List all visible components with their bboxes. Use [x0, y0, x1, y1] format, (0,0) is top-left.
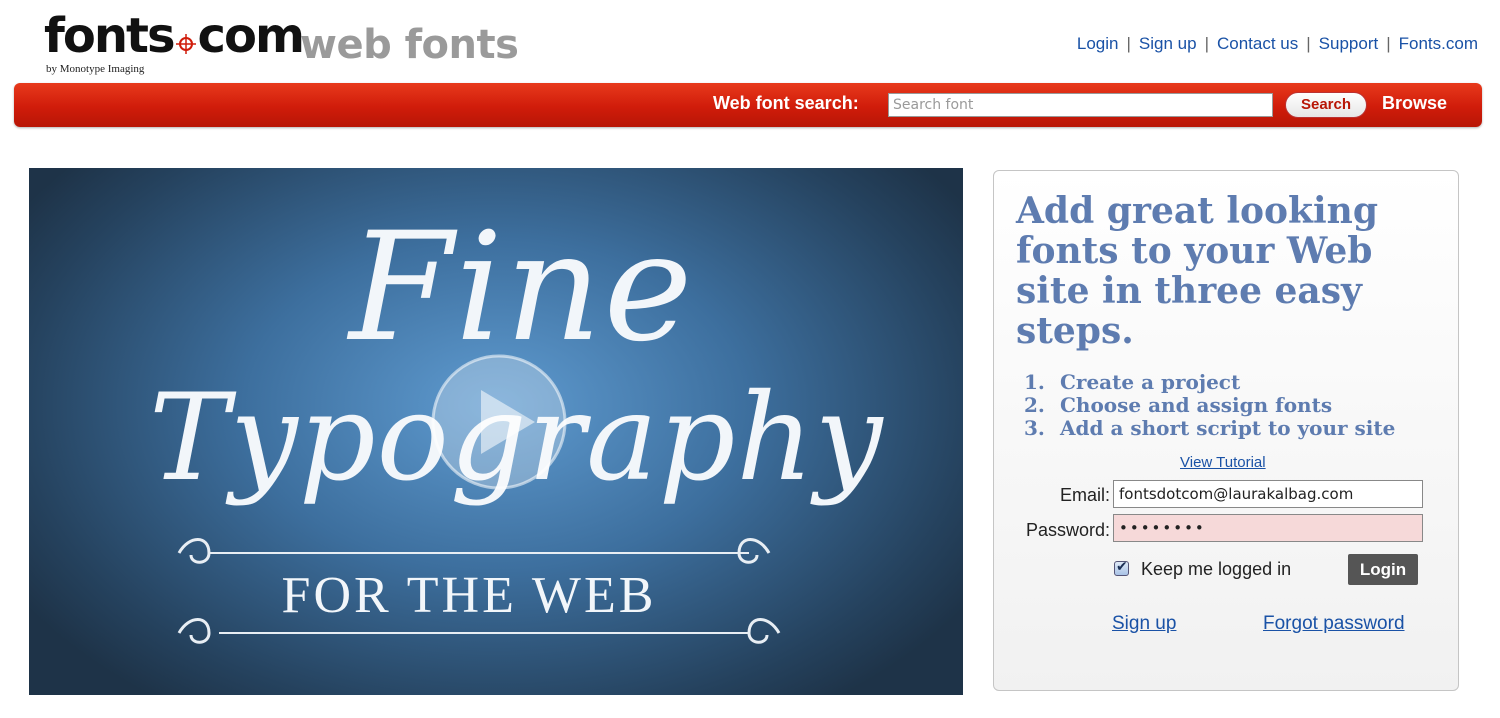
email-label: Email:: [1059, 485, 1110, 505]
nav-separator: |: [1126, 34, 1131, 53]
top-nav: Login | Sign up | Contact us | Support | Fonts.c…: [1077, 34, 1478, 54]
nav-separator: |: [1204, 34, 1209, 53]
intro-video[interactable]: Fine Typography FOR THE WEB: [29, 168, 963, 695]
promo-headline: Add great looking fonts to your Web site…: [1016, 190, 1379, 352]
login-button[interactable]: Login: [1348, 554, 1418, 585]
nav-contact-link[interactable]: Contact us: [1217, 34, 1298, 53]
nav-signup-link[interactable]: Sign up: [1139, 34, 1197, 53]
steps-list: 1. Create a project 2. Choose and assign f…: [1024, 371, 1395, 440]
logo-wordmark: fonts com: [44, 8, 305, 64]
nav-fontscom-link[interactable]: Fonts.com: [1399, 34, 1478, 53]
nav-separator: |: [1306, 34, 1311, 53]
search-bar: Web font search: Search Browse: [14, 83, 1482, 127]
site-logo[interactable]: fonts com by Monotype Imaging web fonts: [44, 8, 564, 80]
nav-support-link[interactable]: Support: [1319, 34, 1379, 53]
search-label: Web font search:: [713, 93, 859, 113]
video-subtitle: FOR THE WEB: [281, 567, 657, 624]
nav-separator: |: [1386, 34, 1391, 53]
nav-login-link[interactable]: Login: [1077, 34, 1119, 53]
step-item: 3. Add a short script to your site: [1024, 416, 1396, 440]
crosshair-icon: [175, 34, 196, 54]
forgot-password-link[interactable]: Forgot password: [1263, 613, 1405, 635]
keep-logged-in-checkbox[interactable]: [1114, 558, 1129, 576]
promo-login-panel: Add great looking fonts to your Web site…: [993, 170, 1459, 691]
logo-product-name: web fonts: [300, 22, 519, 68]
step-item: 1. Create a project: [1024, 370, 1241, 394]
browse-link[interactable]: Browse: [1382, 93, 1447, 114]
keep-logged-in-label: Keep me logged in: [1141, 559, 1292, 579]
signup-link[interactable]: Sign up: [1112, 613, 1176, 635]
email-field[interactable]: [1113, 480, 1423, 508]
password-field[interactable]: [1113, 514, 1423, 542]
search-button[interactable]: Search: [1285, 92, 1367, 118]
password-label: Password:: [1025, 520, 1110, 540]
step-item: 2. Choose and assign fonts: [1024, 393, 1333, 417]
video-title-line1: Fine: [349, 201, 695, 375]
view-tutorial-link[interactable]: View Tutorial: [1180, 454, 1266, 471]
logo-tagline: by Monotype Imaging: [46, 63, 145, 75]
keep-logged-in[interactable]: Keep me logged in: [1114, 558, 1292, 580]
play-icon[interactable]: [429, 352, 569, 492]
search-input[interactable]: [888, 93, 1273, 117]
